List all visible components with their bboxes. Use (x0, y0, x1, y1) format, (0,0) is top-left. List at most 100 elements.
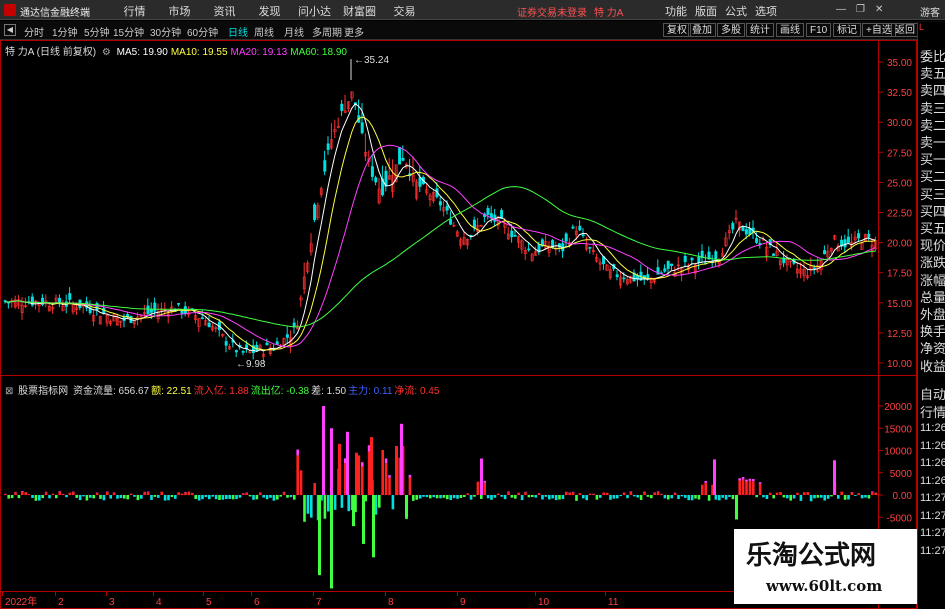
indicator-close-icon[interactable]: ⊠ (5, 386, 13, 397)
peak-bar (745, 479, 748, 482)
toolbar-btn-4[interactable]: 画线 (776, 23, 804, 37)
inflow-bar (191, 493, 194, 495)
inflow-bar (180, 493, 184, 495)
settings-icon[interactable]: ⚙ (102, 47, 111, 58)
tab-period-0[interactable]: 分时 (24, 24, 44, 39)
menu-item-layout[interactable]: 版面 (695, 3, 717, 19)
toolbar-btn-8[interactable]: 返回 (891, 23, 919, 37)
outflow-bar (731, 495, 735, 500)
inflow-bar (245, 492, 248, 495)
outflow-bar (38, 495, 41, 501)
outflow-bar (541, 495, 544, 500)
outflow-bar (609, 495, 612, 500)
outflow-bar (140, 495, 143, 499)
outflow-bar (820, 495, 823, 498)
panel-top-marker: L (919, 22, 925, 32)
tab-period-5[interactable]: 60分钟 (187, 24, 218, 39)
minimize-icon[interactable]: — (836, 4, 846, 15)
menu-item-trade[interactable]: 交易 (382, 3, 427, 19)
candle-body (823, 250, 827, 255)
inflow-bar (656, 491, 660, 495)
menu-item-quotes[interactable]: 行情 (112, 3, 157, 19)
outflow-bar (75, 495, 78, 498)
outflow-bar (218, 495, 221, 500)
outflow-bar (813, 495, 816, 499)
outflow-bar (510, 495, 514, 498)
inflow-bar (282, 492, 286, 495)
restore-icon[interactable]: ❐ (856, 4, 865, 15)
candle-body (285, 334, 289, 338)
ma20-line (4, 144, 876, 348)
inflow-bar (146, 492, 150, 495)
close-icon[interactable]: ✕ (875, 4, 883, 15)
outflow-bar (378, 495, 381, 508)
tab-period-2[interactable]: 5分钟 (84, 24, 110, 39)
tab-period-4[interactable]: 30分钟 (150, 24, 181, 39)
kline-chart[interactable]: 35.0032.5030.0027.5025.0022.5020.0017.50… (0, 40, 917, 609)
outflow-bar (157, 495, 160, 498)
tab-period-7[interactable]: 周线 (254, 24, 274, 39)
inflow-bar (592, 493, 595, 495)
menu-item-options[interactable]: 选项 (755, 3, 777, 19)
watermark-url: www.60lt.com (766, 577, 883, 595)
menu-item-wealth[interactable]: 财富圈 (337, 3, 382, 19)
side-time-3: 11:26 (920, 474, 945, 487)
indicator-name[interactable]: 股票指标网 (18, 386, 68, 397)
candle-body (571, 226, 575, 229)
inflow-bar (242, 493, 245, 495)
toolbar-btn-3[interactable]: 统计 (746, 23, 774, 37)
menu-item-ask[interactable]: 问小达 (292, 3, 337, 19)
tab-period-8[interactable]: 月线 (284, 24, 304, 39)
tab-period-10[interactable]: 更多 (344, 24, 364, 39)
side-label2-1[interactable]: 行情 (920, 402, 945, 421)
peak-bar (752, 479, 755, 482)
inflow-bar (769, 492, 772, 495)
menu-item-function[interactable]: 功能 (665, 3, 687, 19)
side-label-2: 卖四 (920, 83, 945, 99)
toolbar-btn-0[interactable]: 复权 (663, 23, 691, 37)
date-tick-label: 4 (156, 597, 162, 608)
toolbar-btn-2[interactable]: 多股 (717, 23, 745, 37)
outflow-bar (133, 495, 136, 497)
outflow-bar (718, 495, 721, 501)
menu-item-market[interactable]: 市场 (157, 3, 202, 19)
guest-user[interactable]: 游客 (920, 4, 940, 19)
toolbar-btn-5[interactable]: F10 (806, 23, 832, 37)
outflow-bar (228, 495, 231, 499)
tab-period-9[interactable]: 多周期 (312, 24, 342, 39)
side-label2-0[interactable]: 自动 (920, 384, 945, 403)
inflow-bar (160, 491, 163, 495)
outflow-bar (616, 495, 619, 499)
candle-body (360, 122, 364, 134)
toolbar-btn-6[interactable]: 标记 (833, 23, 861, 37)
candle-body (744, 229, 748, 235)
back-icon[interactable]: ◀ (4, 24, 16, 36)
tab-period-3[interactable]: 15分钟 (113, 24, 144, 39)
outflow-bar (724, 495, 728, 500)
outflow-bar (490, 495, 493, 500)
menu-item-discover[interactable]: 发现 (247, 3, 292, 19)
outflow-bar (493, 495, 497, 498)
vol-tick-label: 20000 (884, 402, 912, 413)
tab-period-6[interactable]: 日线 (228, 24, 248, 39)
inflow-bar (483, 482, 486, 495)
outflow-bar (333, 495, 337, 510)
tab-period-1[interactable]: 1分钟 (52, 24, 78, 39)
outflow-bar (208, 495, 211, 500)
inflow-bar (106, 491, 109, 495)
outflow-bar (303, 495, 306, 522)
login-status[interactable]: 证券交易未登录 (517, 4, 587, 19)
menu-item-formula[interactable]: 公式 (725, 3, 747, 19)
candle-body (438, 201, 442, 206)
inflow-bar (741, 479, 745, 495)
peak-bar (21, 490, 24, 492)
outflow-bar (830, 495, 833, 497)
side-label-18: 收益 (920, 358, 945, 374)
side-label-17: 净资 (920, 341, 945, 357)
toolbar-btn-1[interactable]: 叠加 (688, 23, 716, 37)
low-label: ←9.98 (236, 359, 266, 370)
candle-body (265, 342, 269, 346)
inflow-bar (72, 492, 75, 495)
menu-item-news[interactable]: 资讯 (202, 3, 247, 19)
outflow-bar (279, 495, 282, 497)
